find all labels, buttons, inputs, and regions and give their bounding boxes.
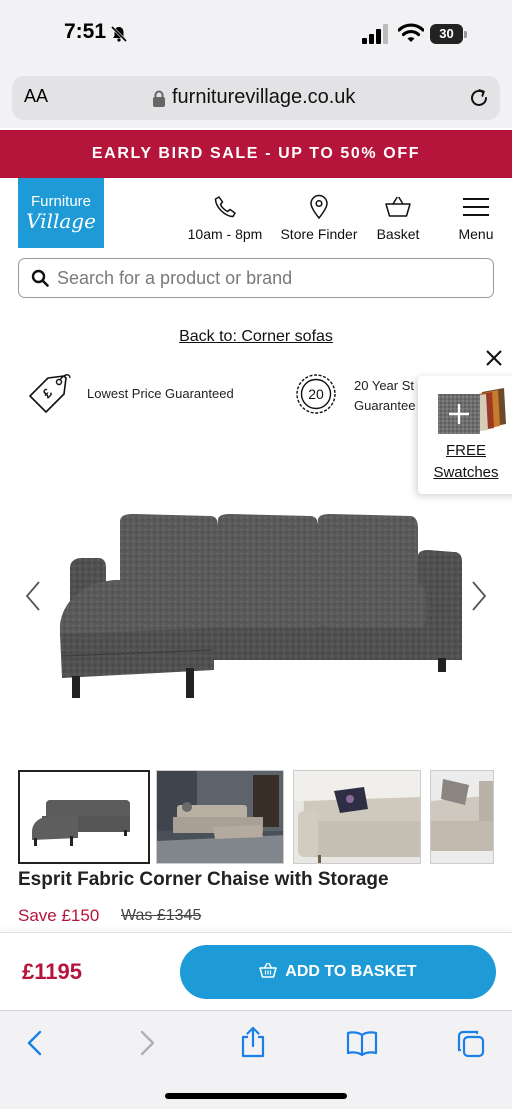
close-icon[interactable] (484, 348, 504, 368)
search-box[interactable] (18, 258, 494, 298)
price-tag-icon: £ (29, 374, 71, 413)
search-icon (31, 269, 49, 287)
previous-image-arrow-icon[interactable] (24, 580, 42, 612)
furniture-village-logo[interactable]: Furniture Village (18, 178, 104, 248)
product-title: Esprit Fabric Corner Chaise with Storage (18, 869, 389, 890)
reader-aa-button[interactable]: AA (24, 86, 48, 107)
current-price: £1195 (22, 959, 82, 984)
back-to-category-link[interactable]: Back to: Corner sofas (0, 328, 512, 346)
address-bar[interactable]: AA furniturevillage.co.uk (12, 76, 500, 120)
thumbnail-1-image (20, 772, 148, 862)
lock-icon (153, 90, 165, 107)
swatches-line2: Swatches (433, 464, 499, 481)
wifi-icon (398, 23, 424, 42)
reload-icon[interactable] (468, 87, 490, 109)
basket-label: Basket (376, 226, 420, 242)
logo-line1: Furniture (30, 193, 92, 210)
bell-muted-icon (110, 25, 128, 43)
thumbnail-2-image (157, 771, 283, 863)
fabric-swatches-icon (438, 388, 506, 434)
thumbnail-4[interactable] (430, 770, 494, 864)
swatches-line1: FREE (445, 442, 486, 459)
year-guarantee-badge-icon: 20 (296, 374, 336, 414)
phone-hours-label: 10am - 8pm (187, 226, 263, 242)
phone-hours-link[interactable]: 10am - 8pm (183, 194, 267, 242)
add-to-basket-button[interactable]: ADD TO BASKET (180, 945, 496, 999)
lowest-price-guarantee: Lowest Price Guaranteed (87, 386, 234, 401)
basket-icon (385, 196, 411, 217)
thumbnail-1[interactable] (18, 770, 150, 864)
product-main-image[interactable] (54, 510, 466, 710)
thumbnail-2[interactable] (156, 770, 284, 864)
hamburger-menu-icon (463, 198, 489, 216)
was-price: Was £1345 (121, 907, 202, 924)
add-to-basket-label: ADD TO BASKET (285, 963, 417, 980)
promo-banner[interactable]: EARLY BIRD SALE - UP TO 50% OFF (0, 130, 512, 178)
browser-address-area: AA furniturevillage.co.uk (0, 70, 512, 128)
store-finder-label: Store Finder (280, 226, 358, 242)
year-guarantee-line2: Guarantee (354, 398, 416, 413)
basket-link[interactable]: Basket (370, 194, 426, 242)
save-amount: Save £150 (18, 906, 100, 925)
logo-line2: Village (26, 209, 96, 233)
signal-icon (362, 24, 388, 44)
forward-icon[interactable] (136, 1029, 158, 1057)
search-input[interactable] (57, 265, 477, 291)
year-guarantee-line1: 20 Year St (354, 378, 414, 393)
tabs-icon[interactable] (456, 1029, 486, 1059)
thumbnail-3[interactable] (293, 770, 421, 864)
share-icon[interactable] (240, 1026, 266, 1058)
phone-icon (214, 196, 236, 218)
thumbnail-3-image (294, 771, 420, 863)
free-swatches-card[interactable]: FREE Swatches (418, 376, 512, 494)
battery-level: 30 (430, 24, 463, 44)
store-finder-link[interactable]: Store Finder (278, 194, 360, 242)
sticky-price-bar: £1195 ADD TO BASKET (0, 932, 512, 1010)
bookmarks-icon[interactable] (346, 1029, 378, 1057)
status-time: 7:51 (64, 20, 107, 43)
thumbnail-4-image (431, 771, 493, 863)
url-text[interactable]: furniturevillage.co.uk (172, 86, 355, 109)
year-guarantee-text: 20 Year St Guarantee (354, 376, 415, 416)
next-image-arrow-icon[interactable] (470, 580, 488, 612)
menu-button[interactable]: Menu (450, 194, 502, 242)
map-pin-icon (310, 194, 328, 220)
home-indicator (165, 1093, 347, 1099)
back-icon[interactable] (24, 1029, 46, 1057)
svg-text:£: £ (39, 385, 55, 401)
menu-label: Menu (458, 226, 494, 242)
badge-number: 20 (308, 386, 324, 402)
battery-icon: 30 (430, 24, 467, 44)
basket-icon (259, 962, 278, 978)
site-header: Furniture Village 10am - 8pm Store Finde… (0, 178, 512, 250)
status-bar: 7:51 30 (0, 0, 512, 70)
